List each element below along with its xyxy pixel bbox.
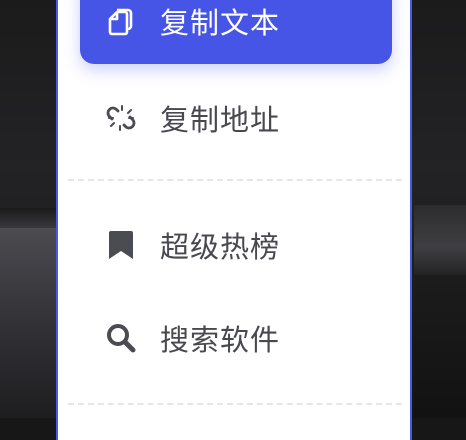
- menu-divider: [68, 403, 402, 405]
- menu-item-copy-address[interactable]: 复制地址: [80, 75, 392, 161]
- menu-item-label: 复制文本: [160, 6, 281, 40]
- menu-item-copy-text[interactable]: 复制文本: [80, 0, 392, 64]
- context-menu: 复制文本 复制地址 超级热榜 搜索软件: [56, 0, 412, 440]
- bookmark-icon: [104, 228, 138, 262]
- copy-icon: [104, 4, 138, 38]
- menu-item-label: 复制地址: [160, 103, 281, 137]
- broken-link-icon: [104, 101, 138, 135]
- menu-item-label: 搜索软件: [160, 323, 281, 357]
- background-left-panel: [0, 228, 58, 418]
- menu-divider: [68, 179, 402, 181]
- menu-item-hot-list[interactable]: 超级热榜: [80, 202, 392, 288]
- search-icon: [104, 321, 138, 355]
- background-right-panel: [414, 205, 466, 275]
- menu-item-label: 超级热榜: [160, 230, 281, 264]
- background-left-edge: [0, 208, 58, 230]
- menu-item-search-software[interactable]: 搜索软件: [80, 295, 392, 381]
- background-right-lower: [414, 275, 466, 418]
